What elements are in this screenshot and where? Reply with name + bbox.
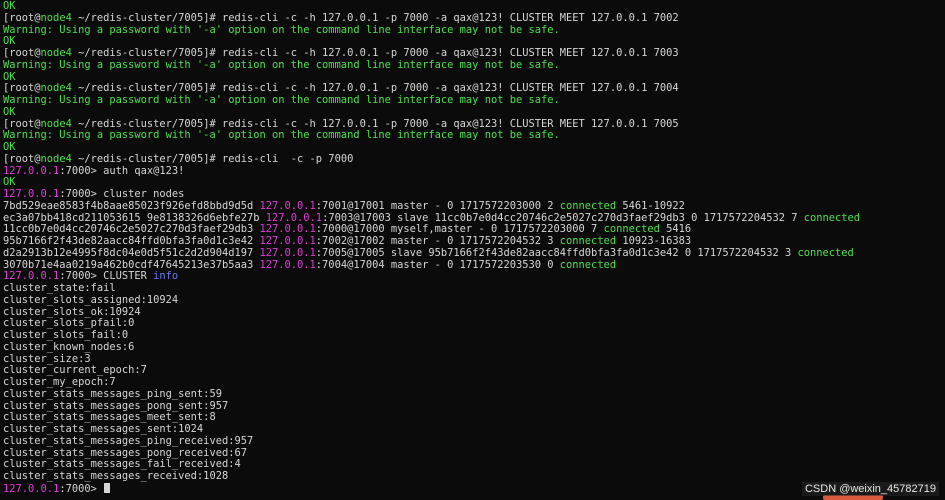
terminal-text-segment: cluster_stats_messages_ping_sent:59 [3,387,222,400]
terminal-text-segment: ~/redis-cluster/7005]# redis-cli -c -h 1… [71,47,679,59]
terminal-text-segment: cluster_stats_messages_pong_sent:957 [3,399,229,412]
terminal-text-segment: 5461-10922 [616,199,685,212]
terminal-text-segment: 127.0.0.1 [3,164,60,177]
terminal-window[interactable]: OK [root@node4 ~/redis-cluster/7005]# red… [0,0,945,500]
terminal-text-segment: 95b7166f2f43de82aacc84ffd0bfa3fa0d1c3e42 [3,235,260,247]
terminal-text-segment: ~/redis-cluster/7005]# redis-cli -c -p 7… [71,152,354,165]
terminal-text-segment: node4 [40,47,72,59]
terminal-line: Warning: Using a password with '-a' opti… [3,94,945,107]
terminal-text-segment: cluster_slots_pfail:0 [3,317,135,330]
terminal-text-segment: [root@ [3,117,41,130]
terminal-text-segment: 10923-16383 [616,235,692,247]
terminal-text-segment: [root@ [3,152,41,165]
terminal-text-segment: :7000> CLUSTER [59,270,154,283]
terminal-text-segment: 127.0.0.1 [3,188,60,200]
terminal-cursor[interactable] [104,482,111,493]
terminal-text-segment: node4 [40,11,72,24]
terminal-text-segment: 127.0.0.1 [265,211,323,224]
terminal-text-segment: connected [559,199,617,212]
terminal-line: 127.0.0.1:7000> auth qax@123! [3,164,945,178]
terminal-text-segment: 7bd529eae8583f4b8aae85023f926efd8bbd9d5d [3,199,260,212]
terminal-line: cluster_slots_assigned:10924 [3,293,945,307]
terminal-text-segment: 127.0.0.1 [259,246,316,259]
terminal-text-segment: cluster_my_epoch:7 [3,376,116,388]
terminal-text-segment: cluster_stats_messages_ping_received:957 [3,434,254,447]
terminal-line: cluster_slots_pfail:0 [3,317,945,330]
terminal-text-segment: connected [559,258,617,271]
terminal-text-segment: [root@ [3,11,41,24]
terminal-text-segment: cluster_size:3 [3,352,91,365]
terminal-text-segment: cluster_stats_messages_pong_received:67 [3,446,247,459]
terminal-line: cluster_slots_ok:10924 [3,305,945,319]
terminal-text-segment: connected [603,223,660,236]
terminal-text-segment: OK [3,176,16,189]
watermark-text: CSDN @weixin_45782719 [801,482,939,496]
terminal-text-segment: Warning: Using a password with '-a' opti… [3,129,560,142]
terminal-text-segment: Warning: Using a password with '-a' opti… [3,58,560,71]
terminal-text-segment: connected [797,246,854,259]
terminal-text-segment: 127.0.0.1 [3,270,60,283]
terminal-text-segment: Warning: Using a password with '-a' opti… [3,23,560,36]
terminal-text-segment: OK [3,105,16,118]
terminal-text-segment: node4 [40,117,72,130]
terminal-text-segment: OK [3,0,16,12]
terminal-text-segment: [root@ [3,82,41,95]
terminal-text-segment: :7000> auth qax@123! [59,164,185,177]
terminal-text-segment: :7004@17004 master - 0 1717572203530 0 [315,258,560,271]
terminal-text-segment: cluster_state:fail [3,282,116,294]
terminal-text-segment: 127.0.0.1 [3,482,60,495]
terminal-text-segment: OK [3,141,16,153]
terminal-line: 127.0.0.1:7000> CLUSTER info [3,270,945,283]
terminal-text-segment: OK [3,70,16,83]
terminal-line: Warning: Using a password with '-a' opti… [3,129,945,142]
terminal-text-segment: 5416 [659,223,692,236]
terminal-text-segment: cluster_stats_messages_received:1028 [3,470,229,482]
terminal-text-segment: 127.0.0.1 [259,235,316,247]
terminal-text-segment: cluster_stats_messages_fail_received:4 [3,458,241,471]
terminal-text-segment: ~/redis-cluster/7005]# redis-cli -c -h 1… [71,82,679,95]
terminal-line: cluster_known_nodes:6 [3,340,945,354]
terminal-line: cluster_current_epoch:7 [3,364,945,377]
terminal-text-segment: info [153,270,179,283]
terminal-text-segment: cluster_stats_messages_meet_sent:8 [3,411,216,424]
terminal-text-segment: cluster_stats_messages_sent:1024 [3,423,204,435]
terminal-text-segment: :7000> cluster nodes [59,188,185,200]
terminal-text-segment: 127.0.0.1 [259,223,316,236]
terminal-line: cluster_slots_fail:0 [3,329,945,342]
terminal-line: cluster_stats_messages_received:1028 [3,470,945,483]
terminal-text-segment: :7001@17001 master - 0 1717572203000 2 [315,199,560,212]
terminal-text-segment: d2a2913b12e4995f8dc04e0d5f51c2d2d904d197 [3,246,260,259]
terminal-text-segment: 127.0.0.1 [259,258,316,271]
terminal-text-segment: :7002@17002 master - 0 1717572204532 3 [315,235,560,247]
terminal-text-segment: ec3a07bb418cd211053615 9e8138326d6ebfe27… [3,211,266,224]
terminal-text-segment: cluster_slots_assigned:10924 [3,293,179,306]
terminal-text-segment: [root@ [3,47,41,59]
terminal-text-segment: 11cc0b7e0d4cc20746c2e5027c270d3faef29db3 [3,223,260,236]
terminal-text-segment: cluster_known_nodes:6 [3,340,135,353]
terminal-output: OK [root@node4 ~/redis-cluster/7005]# red… [3,0,945,495]
terminal-text-segment: connected [803,211,861,224]
terminal-text-segment: ~/redis-cluster/7005]# redis-cli -c -h 1… [71,11,679,24]
terminal-text-segment: :7005@17005 slave 95b7166f2f43de82aacc84… [315,246,798,259]
terminal-line: Warning: Using a password with '-a' opti… [3,23,945,37]
terminal-text-segment: ~/redis-cluster/7005]# redis-cli -c -h 1… [71,117,679,130]
terminal-text-segment: cluster_current_epoch:7 [3,364,147,377]
terminal-line: Warning: Using a password with '-a' opti… [3,58,945,72]
terminal-text-segment: :7003@17003 slave 11cc0b7e0d4cc20746c2e5… [322,211,804,224]
terminal-text-segment: node4 [40,82,72,95]
terminal-text-segment: connected [559,235,617,247]
terminal-text-segment: cluster_slots_ok:10924 [3,305,141,318]
terminal-text-segment: node4 [40,152,72,165]
terminal-text-segment: :7000@17000 myself,master - 0 1717572203… [315,223,604,236]
terminal-text-segment: 127.0.0.1 [259,199,316,212]
terminal-text-segment: :7000> [59,482,104,495]
terminal-text-segment: 3070b71e4aa0219a462b0cdf47645213e37b5aa3 [3,258,260,271]
terminal-text-segment: Warning: Using a password with '-a' opti… [3,94,560,106]
terminal-text-segment: cluster_slots_fail:0 [3,329,129,341]
terminal-text-segment: OK [3,35,16,48]
